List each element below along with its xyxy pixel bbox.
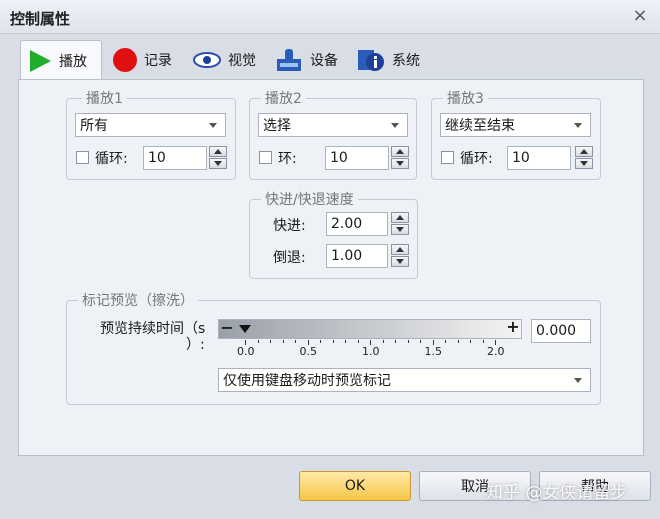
slider-tick-label: 1.5 [424, 345, 443, 358]
ff-label: 快进: [273, 218, 306, 234]
duration-label-end: ）: [186, 337, 205, 353]
chevron-down-icon [391, 123, 399, 128]
play-icon [30, 49, 51, 72]
tab-record[interactable]: 记录 [106, 42, 184, 78]
tab-system-label: 系统 [392, 53, 420, 69]
chevron-down-icon [574, 123, 582, 128]
play2-loop-down-button[interactable] [391, 158, 409, 169]
ff-up-button[interactable] [391, 212, 409, 223]
preview-mode-select[interactable]: 仅使用键盘移动时预览标记 [218, 368, 591, 392]
slider-tick [282, 340, 284, 343]
play3-loop-up-button[interactable] [575, 146, 593, 157]
close-button[interactable]: × [630, 6, 650, 26]
tab-visual-label: 视觉 [228, 53, 256, 69]
play1-loop-label: 循环: [95, 151, 128, 167]
tab-record-label: 记录 [144, 53, 172, 69]
slider-tick [270, 340, 271, 343]
play2-loop-checkbox[interactable] [259, 151, 272, 164]
rw-up-button[interactable] [391, 244, 409, 255]
tab-play[interactable]: 播放 [20, 40, 102, 80]
record-icon [113, 48, 137, 72]
slider-decrease-button[interactable]: − [220, 320, 234, 336]
duration-slider[interactable] [218, 319, 522, 339]
group-speed-title: 快进/快退速度 [261, 189, 358, 209]
tab-play-label: 播放 [59, 53, 87, 70]
rw-speed-input[interactable]: 1.00 [326, 244, 388, 268]
slider-tick-label: 2.0 [487, 345, 505, 358]
slider-tick [420, 340, 421, 343]
play2-loop-input[interactable]: 10 [325, 146, 389, 170]
play1-loop-checkbox[interactable] [76, 151, 89, 164]
group-play1-title: 播放1 [82, 88, 127, 108]
slider-tick [357, 340, 359, 343]
play1-loop-input[interactable]: 10 [143, 146, 207, 170]
slider-tick [320, 340, 321, 343]
slider-tick [345, 340, 346, 343]
slider-scale: 0.0 0.5 1.0 1.5 2.0 [218, 340, 522, 360]
play2-mode-select[interactable]: 选择 [258, 113, 408, 137]
play2-mode-value: 选择 [263, 118, 291, 134]
tab-system[interactable]: 系统 [350, 42, 432, 78]
play1-loop-up-button[interactable] [209, 146, 227, 157]
play1-loop-down-button[interactable] [209, 158, 227, 169]
slider-tick-label: 0.0 [237, 345, 255, 358]
rw-down-button[interactable] [391, 256, 409, 267]
play3-mode-value: 继续至结束 [445, 118, 515, 134]
slider-tick-label: 1.0 [362, 345, 380, 358]
eye-icon [193, 52, 221, 68]
device-icon [277, 49, 301, 71]
slider-tick [457, 340, 459, 343]
tab-device-label: 设备 [310, 53, 338, 69]
group-preview-title: 标记预览（擦洗） [78, 290, 198, 310]
system-info-icon [358, 50, 384, 71]
title-bar [0, 0, 660, 34]
play3-mode-select[interactable]: 继续至结束 [440, 113, 591, 137]
slider-tick [445, 340, 446, 343]
ff-speed-input[interactable]: 2.00 [326, 212, 388, 236]
watermark: 知乎 @女侠请留步 [486, 483, 628, 503]
play2-loop-up-button[interactable] [391, 146, 409, 157]
play1-mode-select[interactable]: 所有 [75, 113, 226, 137]
duration-value-input[interactable]: 0.000 [531, 319, 591, 343]
play1-mode-value: 所有 [80, 118, 108, 134]
group-play2-title: 播放2 [261, 88, 306, 108]
slider-tick [395, 340, 396, 343]
play3-loop-checkbox[interactable] [441, 151, 454, 164]
window-title: 控制属性 [10, 10, 71, 28]
play2-loop-label: 环: [278, 151, 297, 167]
chevron-down-icon [574, 378, 582, 383]
play3-loop-input[interactable]: 10 [507, 146, 571, 170]
ok-button[interactable]: OK [299, 471, 411, 501]
slider-tick [407, 340, 409, 343]
slider-thumb[interactable] [239, 325, 251, 333]
play3-loop-down-button[interactable] [575, 158, 593, 169]
play3-loop-label: 循环: [460, 151, 493, 167]
slider-tick [382, 340, 384, 343]
slider-tick [482, 340, 484, 343]
slider-tick-label: 0.5 [299, 345, 318, 358]
ff-down-button[interactable] [391, 224, 409, 235]
tab-device[interactable]: 设备 [268, 42, 348, 78]
slider-tick [470, 340, 471, 343]
slider-increase-button[interactable]: + [506, 319, 520, 335]
tab-visual[interactable]: 视觉 [186, 42, 266, 78]
chevron-down-icon [209, 123, 217, 128]
rw-label: 倒退: [273, 250, 306, 266]
group-play3-title: 播放3 [443, 88, 488, 108]
slider-tick [295, 340, 296, 343]
slider-tick [332, 340, 334, 343]
slider-tick [257, 340, 259, 343]
preview-mode-value: 仅使用键盘移动时预览标记 [223, 373, 391, 389]
